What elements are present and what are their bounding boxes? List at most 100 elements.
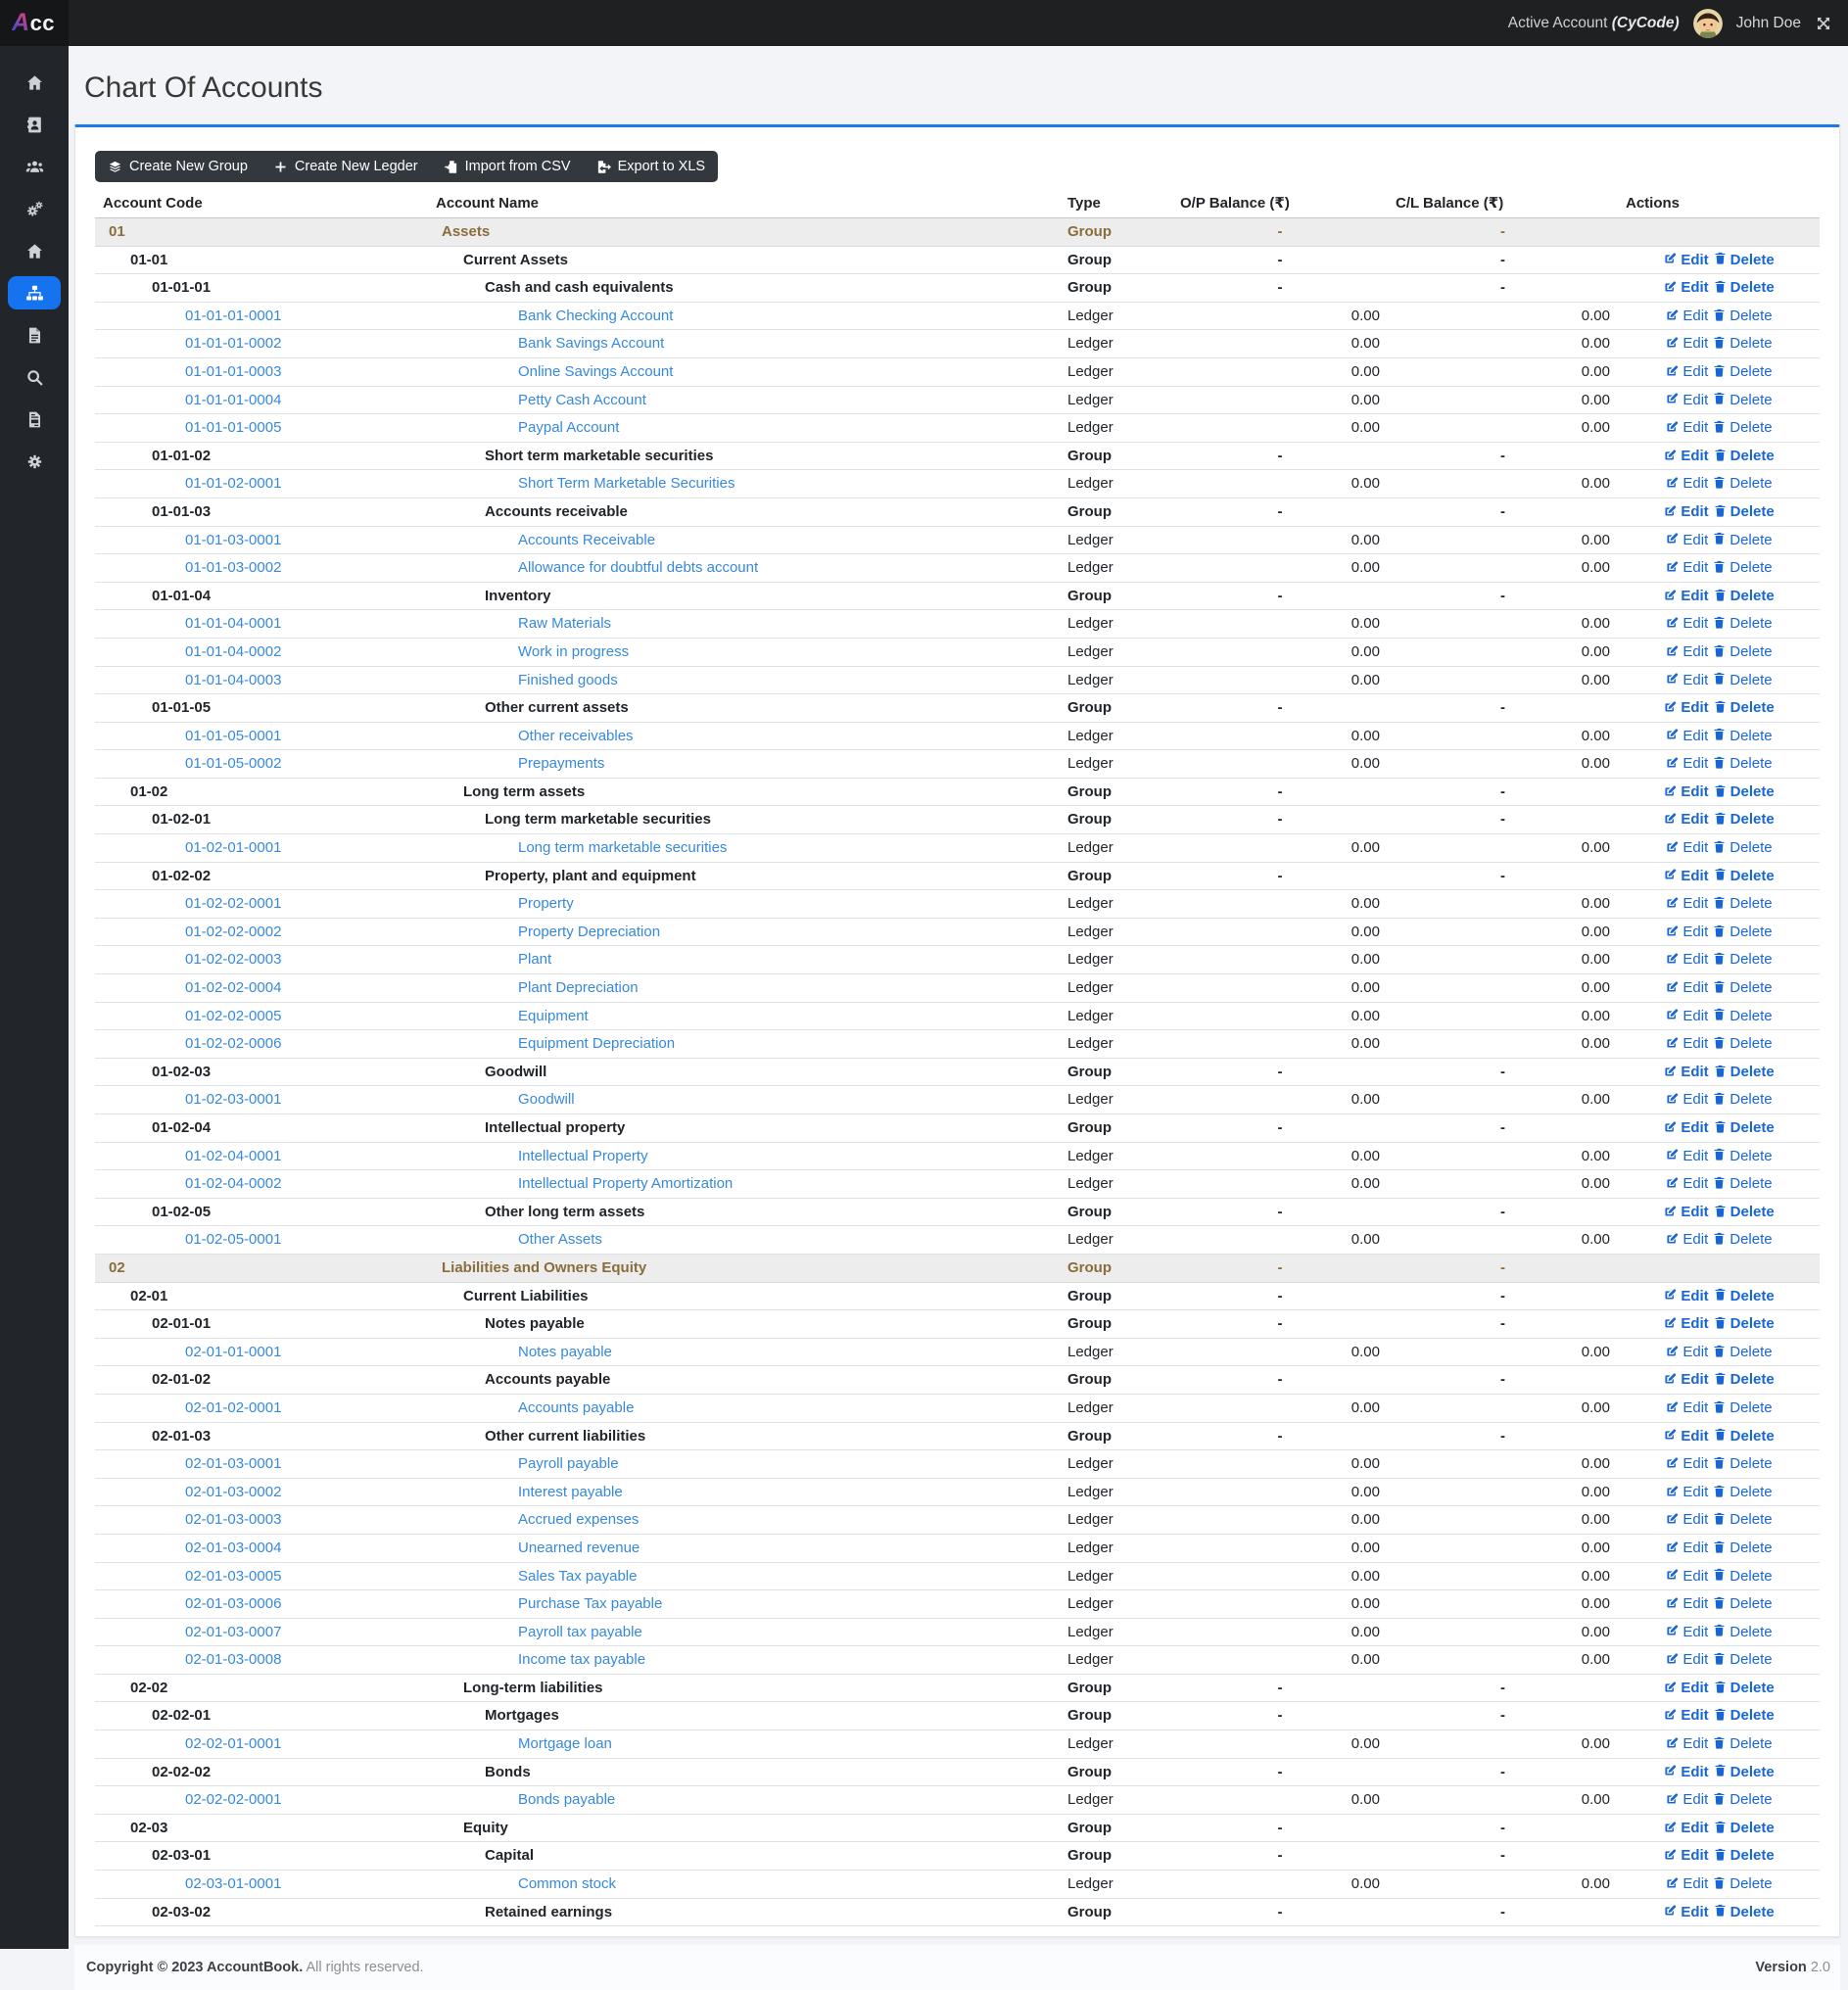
- delete-link[interactable]: Delete: [1713, 811, 1775, 828]
- edit-link[interactable]: Edit: [1663, 588, 1709, 604]
- account-name-link[interactable]: Bank Checking Account: [518, 307, 673, 326]
- edit-link[interactable]: Edit: [1663, 1820, 1709, 1836]
- delete-link[interactable]: Delete: [1713, 252, 1775, 268]
- account-code-link[interactable]: 02-01-03-0001: [185, 1454, 281, 1474]
- delete-link[interactable]: Delete: [1712, 1568, 1773, 1585]
- account-name-link[interactable]: Petty Cash Account: [518, 391, 646, 410]
- delete-link[interactable]: Delete: [1713, 1680, 1775, 1696]
- delete-link[interactable]: Delete: [1712, 392, 1773, 408]
- edit-link[interactable]: Edit: [1665, 1175, 1708, 1192]
- edit-link[interactable]: Edit: [1663, 783, 1709, 800]
- account-code-link[interactable]: 02-01-03-0002: [185, 1483, 281, 1502]
- account-code-link[interactable]: 02-01-03-0007: [185, 1623, 281, 1642]
- account-code-link[interactable]: 01-02-02-0001: [185, 894, 281, 914]
- edit-link[interactable]: Edit: [1665, 475, 1708, 492]
- account-name-link[interactable]: Payroll payable: [518, 1454, 619, 1474]
- edit-link[interactable]: Edit: [1665, 924, 1708, 940]
- edit-link[interactable]: Edit: [1663, 699, 1709, 716]
- delete-link[interactable]: Delete: [1712, 839, 1773, 856]
- account-code-link[interactable]: 01-02-05-0001: [185, 1230, 281, 1250]
- delete-link[interactable]: Delete: [1712, 363, 1773, 380]
- delete-link[interactable]: Delete: [1712, 335, 1773, 352]
- delete-link[interactable]: Delete: [1712, 924, 1773, 940]
- account-name-link[interactable]: Income tax payable: [518, 1650, 645, 1670]
- account-name-link[interactable]: Intellectual Property: [518, 1147, 648, 1166]
- delete-link[interactable]: Delete: [1712, 1035, 1773, 1052]
- edit-link[interactable]: Edit: [1665, 1399, 1708, 1416]
- delete-link[interactable]: Delete: [1712, 308, 1773, 324]
- account-name-link[interactable]: Interest payable: [518, 1483, 623, 1502]
- import-from-csv-button[interactable]: Import from CSV: [431, 151, 584, 182]
- edit-link[interactable]: Edit: [1665, 1008, 1708, 1024]
- create-new-ledger-button[interactable]: Create New Legder: [261, 151, 431, 182]
- delete-link[interactable]: Delete: [1713, 1847, 1775, 1864]
- delete-link[interactable]: Delete: [1713, 1707, 1775, 1724]
- app-logo[interactable]: Acc: [0, 0, 69, 46]
- edit-link[interactable]: Edit: [1665, 643, 1708, 660]
- edit-link[interactable]: Edit: [1663, 1204, 1709, 1220]
- delete-link[interactable]: Delete: [1712, 1595, 1773, 1612]
- edit-link[interactable]: Edit: [1663, 1119, 1709, 1136]
- account-code-link[interactable]: 02-01-03-0008: [185, 1650, 281, 1670]
- sidebar-item-contacts[interactable]: [8, 108, 61, 141]
- delete-link[interactable]: Delete: [1712, 1540, 1773, 1556]
- delete-link[interactable]: Delete: [1713, 1288, 1775, 1304]
- account-code-link[interactable]: 01-01-03-0002: [185, 558, 281, 578]
- account-code-link[interactable]: 02-01-02-0001: [185, 1398, 281, 1418]
- account-name-link[interactable]: Common stock: [518, 1874, 616, 1894]
- account-code-link[interactable]: 02-03-01-0001: [185, 1874, 281, 1894]
- edit-link[interactable]: Edit: [1665, 755, 1708, 772]
- account-code-link[interactable]: 01-02-01-0001: [185, 838, 281, 858]
- delete-link[interactable]: Delete: [1712, 419, 1773, 436]
- delete-link[interactable]: Delete: [1712, 559, 1773, 576]
- account-code-link[interactable]: 02-01-01-0001: [185, 1343, 281, 1362]
- account-name-link[interactable]: Intellectual Property Amortization: [518, 1174, 733, 1194]
- account-name-link[interactable]: Property Depreciation: [518, 923, 660, 942]
- account-code-link[interactable]: 01-02-02-0003: [185, 950, 281, 970]
- edit-link[interactable]: Edit: [1665, 1484, 1708, 1500]
- edit-link[interactable]: Edit: [1665, 672, 1708, 688]
- account-name-link[interactable]: Accrued expenses: [518, 1510, 639, 1530]
- account-code-link[interactable]: 02-02-02-0001: [185, 1790, 281, 1810]
- delete-link[interactable]: Delete: [1713, 1064, 1775, 1080]
- edit-link[interactable]: Edit: [1665, 1344, 1708, 1360]
- account-code-link[interactable]: 01-01-03-0001: [185, 531, 281, 550]
- delete-link[interactable]: Delete: [1713, 1204, 1775, 1220]
- account-name-link[interactable]: Paypal Account: [518, 418, 619, 438]
- account-code-link[interactable]: 01-01-01-0003: [185, 362, 281, 382]
- edit-link[interactable]: Edit: [1665, 532, 1708, 548]
- account-name-link[interactable]: Equipment Depreciation: [518, 1034, 675, 1054]
- delete-link[interactable]: Delete: [1712, 1455, 1773, 1472]
- sidebar-item-chart-of-accounts[interactable]: [8, 276, 61, 309]
- edit-link[interactable]: Edit: [1663, 868, 1709, 884]
- edit-link[interactable]: Edit: [1663, 1764, 1709, 1780]
- account-code-link[interactable]: 01-01-01-0001: [185, 307, 281, 326]
- delete-link[interactable]: Delete: [1712, 1735, 1773, 1752]
- edit-link[interactable]: Edit: [1665, 979, 1708, 996]
- account-name-link[interactable]: Raw Materials: [518, 614, 611, 634]
- avatar[interactable]: [1692, 8, 1723, 38]
- delete-link[interactable]: Delete: [1713, 448, 1775, 464]
- account-name-link[interactable]: Plant Depreciation: [518, 978, 639, 998]
- edit-link[interactable]: Edit: [1665, 839, 1708, 856]
- delete-link[interactable]: Delete: [1712, 755, 1773, 772]
- account-name-link[interactable]: Sales Tax payable: [518, 1567, 637, 1587]
- account-name-link[interactable]: Notes payable: [518, 1343, 612, 1362]
- edit-link[interactable]: Edit: [1663, 252, 1709, 268]
- account-code-link[interactable]: 01-01-04-0003: [185, 671, 281, 690]
- edit-link[interactable]: Edit: [1665, 1091, 1708, 1108]
- account-name-link[interactable]: Mortgage loan: [518, 1734, 612, 1754]
- account-code-link[interactable]: 02-01-03-0006: [185, 1594, 281, 1614]
- account-code-link[interactable]: 01-02-04-0002: [185, 1174, 281, 1194]
- delete-link[interactable]: Delete: [1712, 728, 1773, 744]
- edit-link[interactable]: Edit: [1665, 1624, 1708, 1640]
- edit-link[interactable]: Edit: [1665, 419, 1708, 436]
- sidebar-item-users[interactable]: [8, 150, 61, 183]
- edit-link[interactable]: Edit: [1663, 1904, 1709, 1920]
- delete-link[interactable]: Delete: [1713, 1371, 1775, 1388]
- sidebar-item-settings[interactable]: [8, 445, 61, 478]
- account-name-link[interactable]: Equipment: [518, 1007, 589, 1026]
- account-code-link[interactable]: 01-02-02-0002: [185, 923, 281, 942]
- delete-link[interactable]: Delete: [1713, 1764, 1775, 1780]
- account-name-link[interactable]: Accounts Receivable: [518, 531, 655, 550]
